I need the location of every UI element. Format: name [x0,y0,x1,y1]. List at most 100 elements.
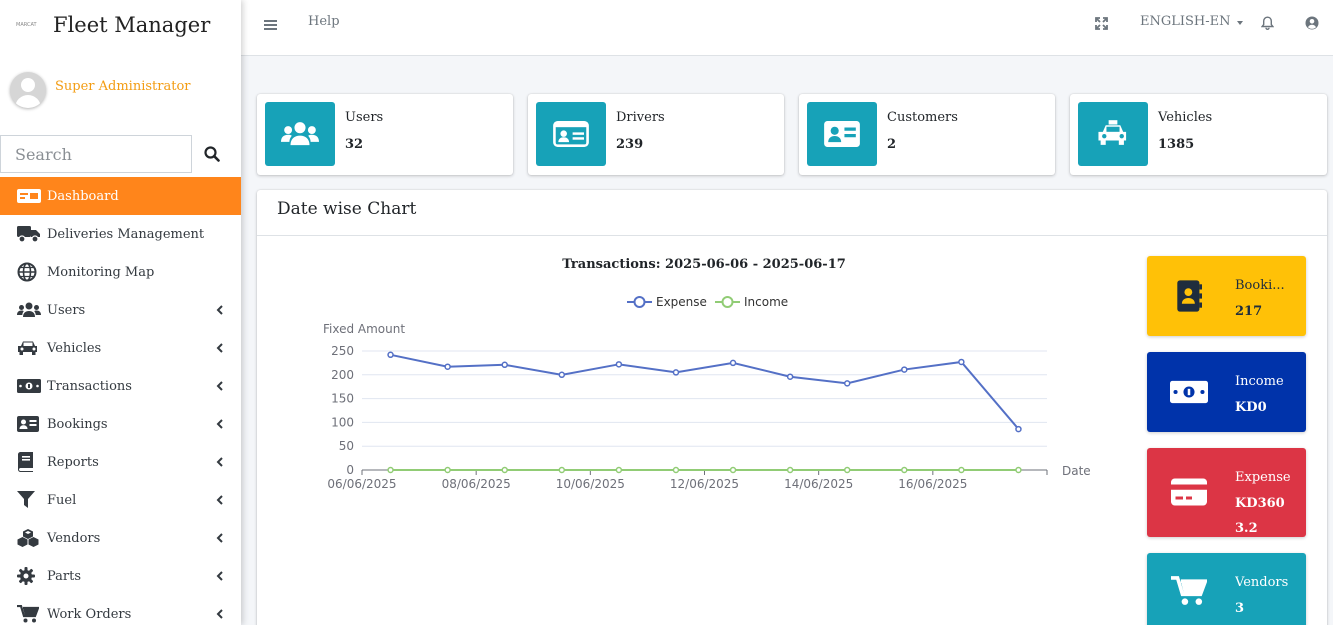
data-point[interactable] [1015,466,1022,474]
car-icon [17,338,41,358]
y-tick-label: 150 [331,392,354,406]
data-point[interactable] [958,466,965,474]
stat-box-value: 3 [1235,601,1245,616]
sidebar-item-fuel[interactable]: Fuel [0,481,241,519]
sidebar-item-bookings[interactable]: Bookings [0,405,241,443]
x-tick-label: 06/06/2025 [327,477,396,491]
notifications-button[interactable] [1260,15,1275,34]
data-point[interactable] [387,351,394,359]
user-name[interactable]: Super Administrator [55,79,191,94]
info-box-customers[interactable]: Customers 2 [799,94,1055,175]
stat-box-label: Expense [1235,470,1291,485]
chart-series [387,351,1022,474]
data-point[interactable] [501,361,508,369]
sidebar-item-label: Fuel [47,492,77,508]
chevron-left-icon [216,419,223,429]
search-button[interactable] [192,135,232,173]
sidebar-item-label: Dashboard [47,188,119,204]
data-point[interactable] [786,466,794,474]
y-tick-label: 50 [339,439,354,453]
data-point[interactable] [444,466,451,474]
info-box-label: Users [345,110,384,125]
data-point[interactable] [444,363,451,370]
sidebar-item-monitoring-map[interactable]: Monitoring Map [0,253,241,291]
data-point[interactable] [558,371,566,379]
fullscreen-button[interactable] [1095,15,1108,34]
sidebar-item-vendors[interactable]: Vendors [0,519,241,557]
brand[interactable]: MARCAT Fleet Manager [0,0,241,50]
language-label: ENGLISH-EN [1140,14,1231,29]
chevron-left-icon [216,495,223,505]
data-point[interactable] [901,366,908,373]
x-axis: 06/06/2025 08/06/2025 10/06/2025 12/06/2025… [327,469,1048,491]
chevron-left-icon [216,571,223,581]
data-point[interactable] [729,359,737,367]
sidebar-item-work-orders[interactable]: Work Orders [0,595,241,625]
globe-icon [17,262,41,282]
chart-title: Transactions: 2025-06-06 - 2025-06-17 [562,257,846,272]
legend-item[interactable]: Income [715,295,788,309]
language-dropdown[interactable]: ENGLISH-EN [1140,14,1243,29]
sidebar-item-users[interactable]: Users [0,291,241,329]
chevron-left-icon [216,609,223,619]
data-point[interactable] [558,466,566,474]
sidebar-search [0,130,241,174]
legend-item[interactable]: Expense [627,295,707,309]
info-box-drivers[interactable]: Drivers 239 [528,94,784,175]
info-box-icon [1078,102,1148,166]
stat-box-income[interactable]: Income KD0 [1147,352,1306,432]
y-axis-ticks: 0 50 100 150 200 250 [331,344,354,477]
stat-box-expense[interactable]: Expense KD3603.2 [1147,448,1306,537]
data-point[interactable] [1015,425,1022,433]
sidebar-item-dashboard[interactable]: Dashboard [0,177,241,215]
data-point[interactable] [958,358,965,366]
stat-box-icon [1169,280,1209,312]
sidebar-item-label: Reports [47,454,99,470]
brand-logo-text: MARCAT [16,22,37,28]
sidebar-item-transactions[interactable]: Transactions [0,367,241,405]
data-point[interactable] [387,466,394,474]
sidebar-item-label: Deliveries Management [47,226,205,242]
sidebar: MARCAT Fleet Manager Super Administrator… [0,0,241,625]
user-panel[interactable]: Super Administrator [0,50,241,130]
info-box-users[interactable]: Users 32 [257,94,513,175]
user-circle-icon [1305,16,1319,30]
info-box-vehicles[interactable]: Vehicles 1385 [1070,94,1327,175]
book-icon [17,452,41,472]
data-point[interactable] [615,466,623,474]
stat-box-bookings[interactable]: Booki... 217 [1147,256,1306,336]
info-box-icon [265,102,335,166]
search-input[interactable] [0,135,192,173]
users-icon [281,122,319,146]
info-box-icon [807,102,877,166]
stat-box-vendors[interactable]: Vendors 3 [1147,553,1306,625]
menu-toggle-button[interactable] [264,16,277,35]
sidebar-item-parts[interactable]: Parts [0,557,241,595]
data-point[interactable] [615,361,623,368]
legend-label: Income [744,295,788,309]
avatar [10,72,46,108]
brand-logo: MARCAT [16,18,40,32]
user-menu-button[interactable] [1305,15,1319,34]
data-point[interactable] [672,369,680,376]
address-book-icon [1177,280,1202,312]
sidebar-item-label: Vendors [47,530,101,546]
sidebar-item-deliveries[interactable]: Deliveries Management [0,215,241,253]
sidebar-item-reports[interactable]: Reports [0,443,241,481]
data-point[interactable] [843,466,851,474]
chevron-left-icon [216,305,223,315]
data-point[interactable] [501,466,508,474]
stat-box-icon [1169,376,1209,408]
data-point[interactable] [672,466,680,474]
sidebar-item-vehicles[interactable]: Vehicles [0,329,241,367]
data-point[interactable] [843,380,851,387]
brand-title: Fleet Manager [53,13,211,37]
data-point[interactable] [786,373,794,380]
x-tick-label: 16/06/2025 [898,477,967,491]
legend-label: Expense [656,295,707,309]
transactions-line-chart: Transactions: 2025-06-06 - 2025-06-17 Ex… [323,257,1091,491]
data-point[interactable] [901,466,908,474]
data-point[interactable] [729,466,737,474]
help-link[interactable]: Help [308,14,340,29]
chevron-left-icon [216,533,223,543]
